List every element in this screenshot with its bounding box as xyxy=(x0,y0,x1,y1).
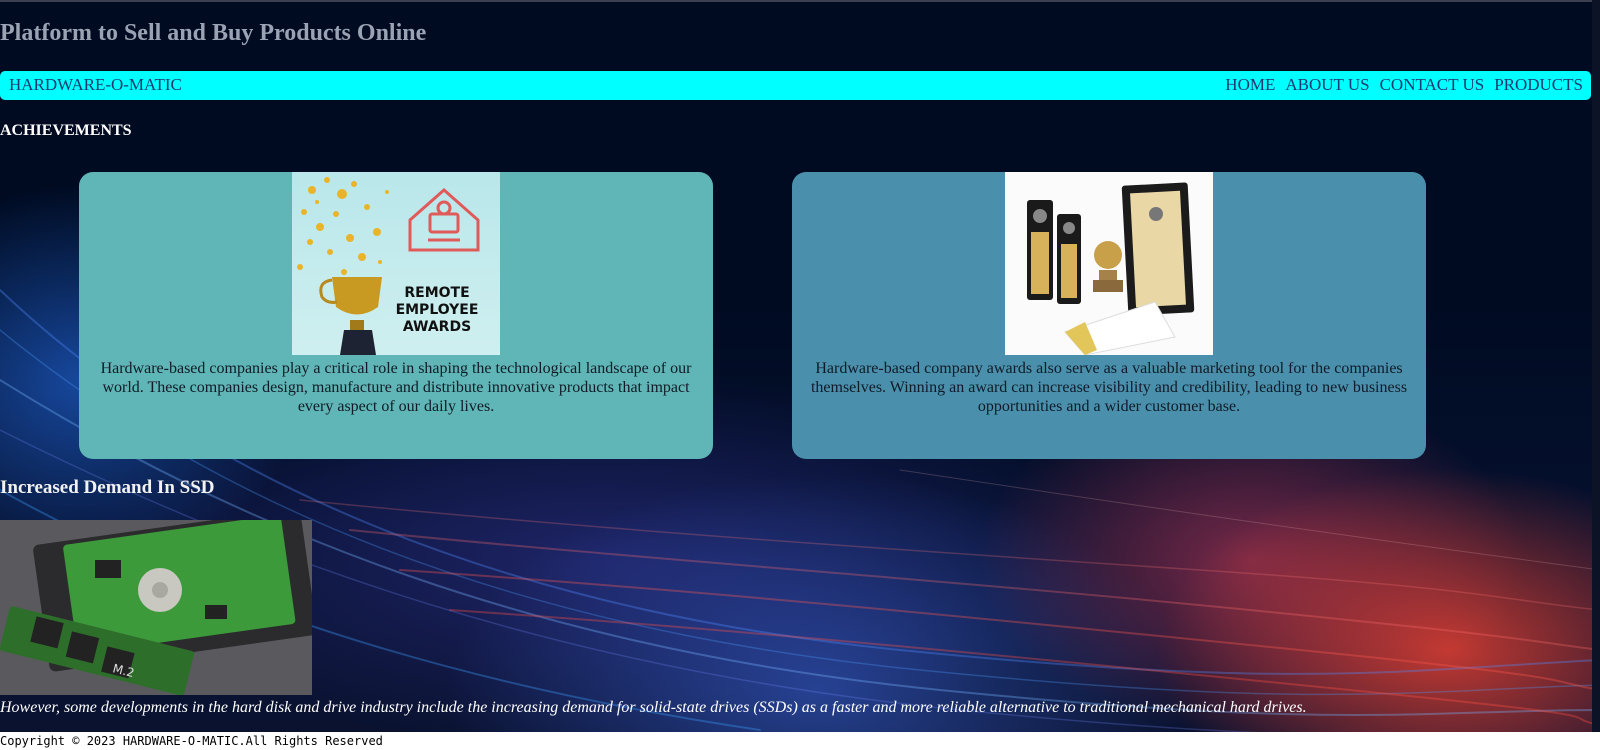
achievement-card-text: Hardware-based companies play a critical… xyxy=(100,360,692,415)
award-line-2: EMPLOYEE xyxy=(396,302,479,318)
ssd-hard-drive-image: M.2 xyxy=(0,520,312,695)
scrollbar[interactable] xyxy=(1592,0,1600,732)
brand-link[interactable]: HARDWARE-O-MATIC xyxy=(9,75,182,95)
site-title: Platform to Sell and Buy Products Online xyxy=(0,20,427,46)
nav-home-link[interactable]: HOME xyxy=(1225,75,1275,95)
nav-about-link[interactable]: ABOUT US xyxy=(1285,75,1369,95)
award-line-1: REMOTE xyxy=(404,285,469,301)
ssd-heading: Increased Demand In SSD xyxy=(0,477,215,498)
ssd-illustration: M.2 xyxy=(0,520,312,695)
nav-links: HOME ABOUT US CONTACT US PRODUCTS xyxy=(1225,75,1583,95)
ssd-description: However, some developments in the hard d… xyxy=(0,699,1307,716)
nav-contact-link[interactable]: CONTACT US xyxy=(1380,75,1485,95)
awards-illustration xyxy=(1027,182,1195,355)
achievements-heading: ACHIEVEMENTS xyxy=(0,122,132,139)
navbar: HARDWARE-O-MATIC HOME ABOUT US CONTACT U… xyxy=(0,71,1591,100)
remote-employee-awards-image: REMOTE EMPLOYEE AWARDS xyxy=(292,172,500,355)
nav-products-link[interactable]: PRODUCTS xyxy=(1494,75,1583,95)
achievement-card-remote-awards: REMOTE EMPLOYEE AWARDS Hardware-based co… xyxy=(79,172,713,459)
company-awards-image xyxy=(1005,172,1213,355)
award-line-3: AWARDS xyxy=(403,319,471,335)
achievement-card-text: Hardware-based company awards also serve… xyxy=(810,360,1408,415)
achievement-card-company-awards: Hardware-based company awards also serve… xyxy=(792,172,1426,459)
footer-copyright: Copyright © 2023 HARDWARE-O-MATIC.All Ri… xyxy=(0,732,1600,750)
trophy-illustration: REMOTE EMPLOYEE AWARDS xyxy=(297,177,480,355)
top-border xyxy=(0,0,1600,2)
